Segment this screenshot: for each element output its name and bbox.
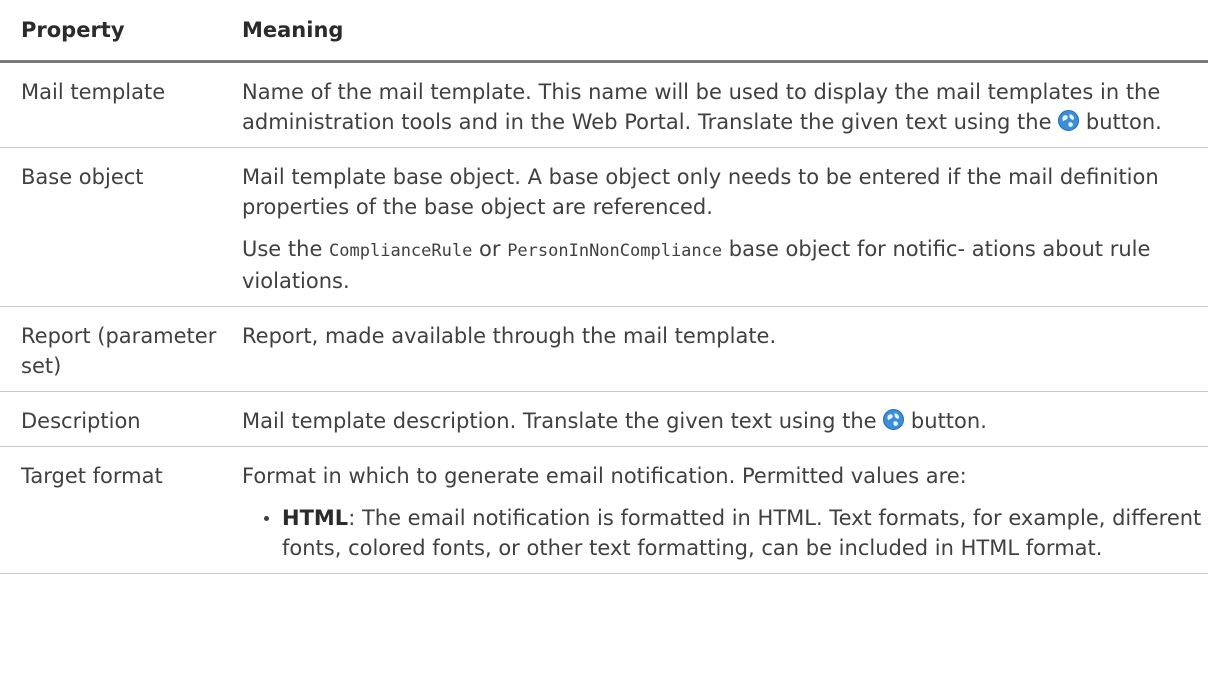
table-row: Report (parameter set) Report, made avai… bbox=[0, 306, 1208, 392]
property-cell: Report (parameter set) bbox=[0, 306, 222, 392]
table-row: Description Mail template description. T… bbox=[0, 391, 1208, 447]
meaning-cell: Name of the mail template. This name wil… bbox=[222, 61, 1208, 148]
bullet-text: : The email notification is formatted in… bbox=[282, 506, 1202, 560]
table-row: Target format Format in which to generat… bbox=[0, 446, 1208, 574]
meaning-text: Name of the mail template. This name wil… bbox=[242, 80, 1162, 134]
header-meaning: Meaning bbox=[222, 0, 1208, 63]
header-property: Property bbox=[0, 0, 222, 63]
code-compliance-rule: ComplianceRule bbox=[329, 241, 473, 261]
bullet-term: HTML bbox=[282, 506, 349, 530]
property-cell: Description bbox=[0, 391, 222, 447]
table-row: Mail template Name of the mail template.… bbox=[0, 61, 1208, 148]
property-cell: Base object bbox=[0, 147, 222, 307]
globe-icon bbox=[883, 409, 905, 430]
meaning-text: Use the ComplianceRule or PersonInNonCom… bbox=[242, 237, 1151, 293]
property-cell: Mail template bbox=[0, 61, 222, 148]
meaning-cell: Format in which to generate email notifi… bbox=[222, 446, 1208, 574]
table-header-row: Property Meaning bbox=[0, 0, 1208, 63]
values-list: HTML: The email notification is formatte… bbox=[242, 503, 1204, 563]
table-row: Base object Mail template base object. A… bbox=[0, 147, 1208, 307]
property-cell: Target format bbox=[0, 446, 222, 574]
meaning-text: Mail template base object. A base object… bbox=[242, 165, 1159, 219]
code-person-in-noncompliance: PersonInNonCompliance bbox=[507, 241, 723, 261]
properties-table: Property Meaning Mail template Name of t… bbox=[0, 0, 1208, 574]
bullet-icon bbox=[264, 516, 269, 521]
meaning-text: Mail template description. Translate the… bbox=[242, 409, 987, 433]
meaning-cell: Report, made available through the mail … bbox=[222, 306, 1208, 392]
globe-icon bbox=[1058, 110, 1080, 131]
meaning-text: Format in which to generate email notifi… bbox=[242, 464, 967, 488]
list-item: HTML: The email notification is formatte… bbox=[262, 503, 1204, 563]
meaning-cell: Mail template description. Translate the… bbox=[222, 391, 1208, 447]
meaning-cell: Mail template base object. A base object… bbox=[222, 147, 1208, 307]
